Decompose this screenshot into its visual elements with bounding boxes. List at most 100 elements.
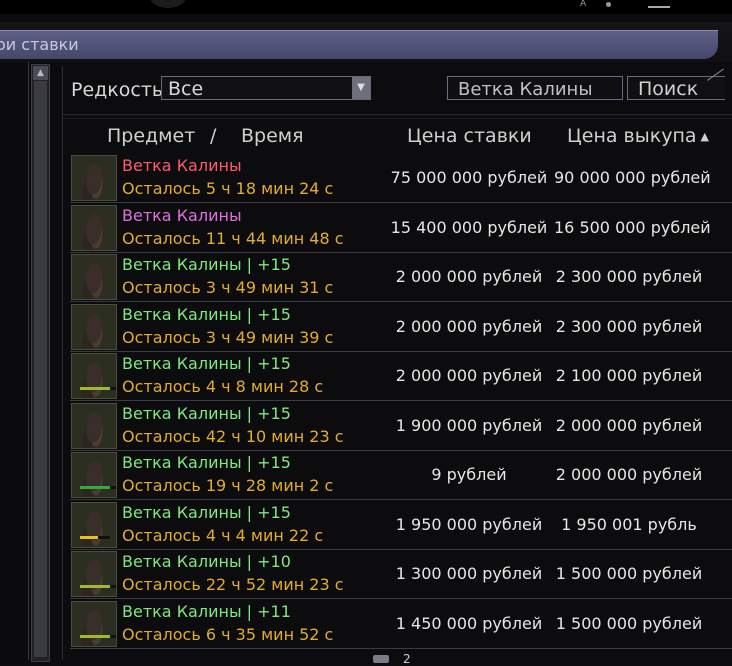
lot-row[interactable]: Ветка Калины | +15 Осталось 19 ч 28 мин 2… xyxy=(70,451,732,500)
chevron-down-icon[interactable]: ▼ xyxy=(352,77,370,99)
top-dot-icon xyxy=(606,2,611,7)
time-remaining: Осталось 22 ч 52 мин 23 с xyxy=(122,575,344,594)
tab-my-bids-label: ои ставки xyxy=(0,35,79,54)
time-remaining: Осталось 19 ч 28 мин 2 с xyxy=(122,476,334,495)
bid-price: 9 рублей xyxy=(431,465,507,484)
lot-row[interactable]: Ветка Калины | +15 Осталось 3 ч 49 мин 31… xyxy=(70,253,732,302)
column-header-buyout-label: Цена выкупа xyxy=(567,125,697,147)
pager: 2 xyxy=(373,652,411,666)
search-button-label: Поиск xyxy=(638,78,699,100)
lot-row[interactable]: Ветка Калины | +10 Осталось 22 ч 52 мин 2… xyxy=(70,550,732,599)
bid-price: 1 950 000 рублей xyxy=(395,514,543,534)
time-remaining: Осталось 42 ч 10 мин 23 с xyxy=(122,426,344,446)
branch-icon xyxy=(83,410,105,443)
item-thumbnail xyxy=(71,600,117,647)
buyout-price: 2 000 000 рублей xyxy=(555,415,703,435)
item-thumbnail xyxy=(71,452,117,498)
time-remaining: Осталось 4 ч 8 мин 28 с xyxy=(122,377,324,396)
column-header-time[interactable]: Время xyxy=(241,122,304,150)
buyout-price: 2 300 000 рублей xyxy=(555,316,703,336)
buyout-price: 90 000 000 рублей xyxy=(554,168,711,187)
vertical-scrollbar[interactable]: ▲ xyxy=(31,64,50,662)
branch-icon xyxy=(83,261,105,295)
sort-ascending-icon: ▲ xyxy=(700,130,709,143)
top-orb-graphic xyxy=(150,0,186,8)
item-thumbnail xyxy=(71,402,117,449)
item-name: Ветка Калины | +10 xyxy=(122,552,291,571)
rarity-dropdown[interactable]: Все ▼ xyxy=(161,76,371,100)
bid-price: 1 900 000 рублей xyxy=(395,415,543,435)
rarity-dropdown-value: Все xyxy=(168,78,204,100)
search-button-corner xyxy=(707,68,732,98)
item-name: Ветка Калины | +15 xyxy=(122,255,291,274)
time-remaining: Осталось 6 ч 35 мин 52 с xyxy=(122,624,334,644)
lot-row[interactable]: Ветка Калины Осталось 11 ч 44 мин 48 с 15 … xyxy=(70,204,732,253)
top-strip: A xyxy=(0,0,732,14)
bid-price: 75 000 000 рублей xyxy=(390,168,548,187)
bid-price: 1 450 000 рублей xyxy=(395,613,543,633)
durability-bar xyxy=(80,486,116,489)
search-button[interactable]: Поиск xyxy=(627,68,732,100)
item-name: Ветка Калины xyxy=(122,156,242,175)
item-thumbnail xyxy=(71,501,117,548)
item-thumbnail xyxy=(71,254,117,300)
item-name: Ветка Калины | +15 xyxy=(122,502,291,522)
item-name: Ветка Калины xyxy=(122,205,242,225)
bid-price: 2 000 000 рублей xyxy=(395,267,543,286)
pager-current[interactable] xyxy=(373,655,389,663)
lot-row[interactable]: Ветка Калины Осталось 5 ч 18 мин 24 с 75 0… xyxy=(70,154,732,203)
lot-row[interactable]: Ветка Калины | +15 Осталось 4 ч 4 мин 22 … xyxy=(70,501,732,550)
time-remaining: Осталось 5 ч 18 мин 24 с xyxy=(122,179,334,198)
left-panel-border xyxy=(0,62,29,660)
item-name: Ветка Калины | +15 xyxy=(122,304,291,324)
bid-price: 2 000 000 рублей xyxy=(395,366,543,385)
search-input[interactable]: Ветка Калины xyxy=(447,76,623,100)
item-name: Ветка Калины | +15 xyxy=(122,453,291,472)
durability-bar xyxy=(80,634,116,638)
item-name: Ветка Калины | +11 xyxy=(122,601,291,621)
tab-bar: ои ставки xyxy=(0,22,732,62)
durability-bar xyxy=(80,535,110,539)
column-header-buyout[interactable]: Цена выкупа ▲ xyxy=(567,122,709,151)
time-remaining: Осталось 4 ч 4 мин 22 с xyxy=(122,525,324,545)
buyout-price: 2 000 000 рублей xyxy=(555,465,703,484)
item-thumbnail xyxy=(71,155,117,201)
lot-row[interactable]: Ветка Калины | +15 Осталось 4 ч 8 мин 28 … xyxy=(70,352,732,401)
item-thumbnail xyxy=(71,551,117,597)
tab-my-bids[interactable]: ои ставки xyxy=(0,30,718,59)
column-header-bid[interactable]: Цена ставки xyxy=(407,122,532,150)
bid-price: 2 000 000 рублей xyxy=(395,316,543,336)
scroll-up-icon[interactable]: ▲ xyxy=(33,66,48,80)
filter-divider xyxy=(63,114,732,115)
buyout-price: 2 100 000 рублей xyxy=(555,366,703,385)
time-remaining: Осталось 3 ч 49 мин 31 с xyxy=(122,278,334,297)
branch-icon xyxy=(83,212,105,245)
column-header-item[interactable]: Предмет xyxy=(107,122,195,150)
pager-next-page[interactable]: 2 xyxy=(403,652,411,666)
buyout-price: 16 500 000 рублей xyxy=(554,217,711,237)
auction-panel: Редкость Все ▼ Ветка Калины Поиск Предме… xyxy=(62,66,732,666)
scroll-thumb[interactable] xyxy=(34,81,47,657)
lot-row[interactable]: Ветка Калины | +11 Осталось 6 ч 35 мин 52… xyxy=(70,600,732,649)
buyout-price: 1 500 000 рублей xyxy=(555,613,703,633)
buyout-price: 1 500 000 рублей xyxy=(555,564,703,583)
branch-icon xyxy=(83,162,105,196)
durability-bar xyxy=(80,585,116,588)
top-edit-icon xyxy=(648,0,670,8)
left-panel: ▲ xyxy=(0,62,58,662)
bid-price: 1 300 000 рублей xyxy=(395,564,543,583)
item-thumbnail xyxy=(71,204,117,251)
rarity-label: Редкость xyxy=(71,79,164,101)
time-remaining: Осталось 3 ч 49 мин 39 с xyxy=(122,327,334,347)
filter-divider-2 xyxy=(63,118,732,119)
table-header: Предмет / Время Цена ставки Цена выкупа ▲ xyxy=(63,122,732,150)
lot-row[interactable]: Ветка Калины | +15 Осталось 3 ч 49 мин 39… xyxy=(70,303,732,352)
item-thumbnail xyxy=(71,303,117,350)
item-thumbnail xyxy=(71,353,117,399)
buyout-price: 2 300 000 рублей xyxy=(555,267,703,286)
time-remaining: Осталось 11 ч 44 мин 48 с xyxy=(122,228,344,248)
branch-icon xyxy=(83,311,105,344)
lot-row[interactable]: Ветка Калины | +15 Осталось 42 ч 10 мин 2… xyxy=(70,402,732,451)
buyout-price: 1 950 001 рубль xyxy=(561,514,697,534)
item-name: Ветка Калины | +15 xyxy=(122,354,291,373)
